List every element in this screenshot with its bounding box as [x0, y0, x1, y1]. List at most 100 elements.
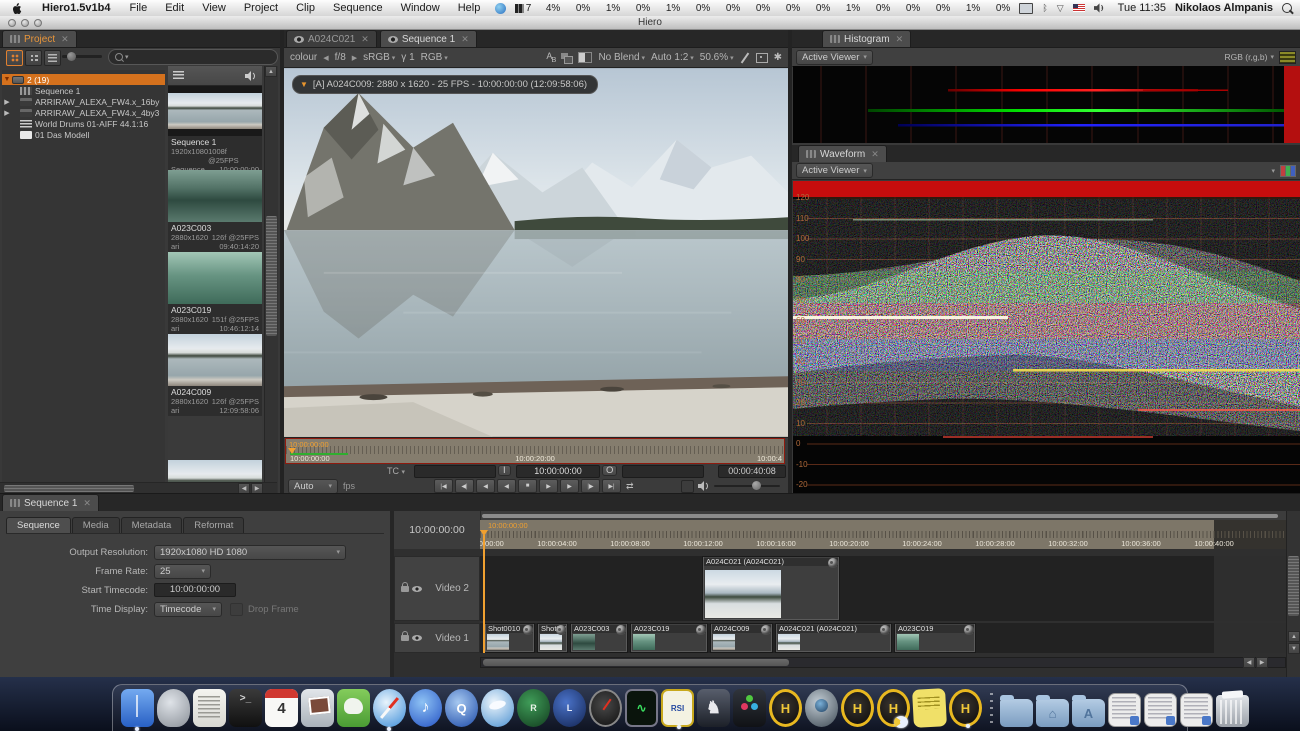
histogram-source-dropdown[interactable]: Active Viewer▾	[796, 50, 873, 65]
finder-icon[interactable]	[121, 689, 154, 727]
proxy-dropdown[interactable]: Auto 1:2 ▾	[651, 52, 694, 63]
thumbnail-view-button[interactable]	[6, 50, 23, 66]
timeline-ruler[interactable]: 10:00:00:0010:00:04:0010:00:08:0010:00:1…	[480, 520, 1286, 549]
tree-caret-icon[interactable]: ▶	[2, 98, 12, 106]
in-point-field[interactable]	[414, 465, 496, 478]
clip-card-a023c019[interactable]: A023C0192880x1620151f @25FPSari10:46:12:…	[168, 252, 262, 337]
close-icon[interactable]: ✕	[83, 498, 91, 509]
safari-icon[interactable]	[373, 689, 406, 727]
guides-overlay-icon[interactable]	[756, 53, 768, 63]
wipe-compare-icon[interactable]	[578, 52, 592, 63]
timeline-hscroll-handle[interactable]	[483, 659, 789, 666]
timeline-horizontal-scrollbar[interactable]: ◀ ▶	[480, 657, 1286, 668]
play-button[interactable]: ▶	[539, 479, 558, 493]
window-title-bar[interactable]: Hiero	[0, 16, 1300, 30]
viewer-info-bar[interactable]: ▼ [A] A024C009: 2880 x 1620 - 25 FPS - 1…	[292, 75, 598, 94]
activity-monitor-icon[interactable]: ∿	[625, 689, 658, 727]
goto-end-button[interactable]: ▶|	[602, 479, 621, 493]
timeline-vscroll-handle[interactable]	[1288, 556, 1299, 616]
tree-caret-icon[interactable]: ▶	[2, 109, 12, 117]
current-timecode-field[interactable]: 10:00:00:00	[516, 465, 600, 478]
close-icon[interactable]: ✕	[461, 34, 469, 45]
next-edit-button[interactable]: |▶	[581, 479, 600, 493]
hiero-app-2-icon[interactable]: H	[841, 689, 874, 727]
volume-slider[interactable]	[714, 485, 780, 487]
timeline-clip[interactable]: A024C009	[710, 623, 773, 653]
folder-library-icon[interactable]: ⌂	[1036, 699, 1069, 727]
spotlight-search-icon[interactable]	[1282, 3, 1292, 13]
timeline-playhead-marker[interactable]	[480, 530, 488, 540]
textedit-icon[interactable]	[193, 689, 226, 727]
hiero-app-icon[interactable]: H	[769, 689, 802, 727]
disk-utility-icon[interactable]	[157, 689, 190, 727]
tab-sequence-1[interactable]: Sequence 1 ✕	[380, 30, 477, 47]
menu-file[interactable]: File	[120, 2, 156, 14]
set-in-button[interactable]: I	[498, 465, 511, 476]
timeline-clip[interactable]: A023C019	[894, 623, 976, 653]
sync-status-icon[interactable]	[495, 3, 506, 14]
duration-field[interactable]: 00:00:40:08	[718, 465, 786, 478]
tree-item-world-drums-01-aiff-44-1-16[interactable]: World Drums 01-AIFF 44.1:16	[2, 118, 165, 129]
volume-slider-knob[interactable]	[752, 481, 761, 490]
tab-histogram[interactable]: Histogram ✕	[822, 30, 911, 47]
speaker-icon[interactable]	[698, 481, 710, 491]
lock-icon[interactable]	[401, 635, 409, 641]
playback-loop-icon[interactable]: ⇄	[626, 481, 634, 492]
timeline-zoom-scrollbar[interactable]	[482, 514, 1278, 518]
minimized-window-1-icon[interactable]	[1108, 693, 1141, 727]
scrollbar-handle[interactable]	[266, 216, 277, 336]
menu-sequence[interactable]: Sequence	[324, 2, 392, 14]
scroll-up-button[interactable]: ▲	[265, 66, 277, 77]
subtab-media[interactable]: Media	[72, 517, 120, 533]
itunes-icon[interactable]: ♪	[409, 689, 442, 727]
subtab-reformat[interactable]: Reformat	[183, 517, 244, 533]
tree-item-sequence-1[interactable]: Sequence 1	[2, 85, 165, 96]
quicktime-icon[interactable]: Q	[445, 689, 478, 727]
turbine-l-icon[interactable]: L	[553, 689, 586, 727]
tab-waveform[interactable]: Waveform ✕	[798, 145, 887, 162]
colour-controls-label[interactable]: colour	[290, 52, 317, 63]
timeline-playhead[interactable]	[483, 535, 485, 653]
close-icon[interactable]: ✕	[61, 34, 69, 45]
gamma-value[interactable]: γ 1	[401, 52, 414, 63]
subtab-sequence[interactable]: Sequence	[6, 517, 71, 533]
turbine-r-icon[interactable]: R	[517, 689, 550, 727]
track-body-video-1[interactable]: Shot0010Shot0020A023C003A023C019A024C009…	[480, 623, 1286, 653]
tc-mode-dropdown[interactable]: TC ▾	[387, 466, 405, 476]
track-header-video-2[interactable]: Video 2	[394, 556, 480, 621]
timeline-scroll-up[interactable]: ▲	[1288, 631, 1300, 642]
cpu-meter-icon[interactable]: 7	[515, 3, 532, 14]
close-icon[interactable]: ✕	[896, 34, 904, 45]
gain-up-icon[interactable]: ▶	[352, 54, 357, 62]
histogram-options-icon[interactable]	[1279, 51, 1296, 64]
bluetooth-icon[interactable]: ᛒ	[1042, 3, 1047, 13]
channels-dropdown[interactable]: RGB ▾	[421, 52, 448, 63]
stop-button[interactable]: ■	[518, 479, 537, 493]
clip-card-a024c009[interactable]: A024C0092880x1620126f @25FPSari12:09:58:…	[168, 334, 262, 419]
search-input[interactable]: ▾	[108, 49, 278, 65]
app-menu-title[interactable]: Hiero1.5v1b4	[32, 2, 120, 14]
close-icon[interactable]: ✕	[871, 149, 879, 160]
track-visibility-eye-icon[interactable]	[412, 586, 422, 592]
fps-mode-dropdown[interactable]: Auto▾	[288, 479, 338, 494]
output-resolution-dropdown[interactable]: 1920x1080 HD 1080▾	[154, 545, 346, 560]
stack-mode-icon[interactable]	[561, 53, 572, 62]
thumbnail-scrollbar[interactable]: ▲ ▲ ▼	[264, 66, 278, 510]
volume-menu-icon[interactable]	[1094, 3, 1105, 13]
terminal-icon[interactable]: >_	[229, 689, 262, 727]
viewer-image[interactable]: ▼ [A] A024C009: 2880 x 1620 - 25 FPS - 1…	[284, 67, 788, 438]
clip-card-sequence-1[interactable]: Sequence 11920x10801008f @25FPSSequence1…	[168, 86, 262, 178]
gain-down-icon[interactable]: ◀	[323, 54, 328, 62]
menu-user-name[interactable]: Nikolaos Almpanis	[1175, 2, 1273, 14]
folder-applications-icon[interactable]: A	[1072, 699, 1105, 727]
timeline-clip[interactable]: Shot0010	[484, 623, 535, 653]
hieroplayer-icon[interactable]: H	[877, 689, 910, 727]
thumbnail-size-slider[interactable]	[62, 55, 102, 58]
tree-item-arriraw-alexa-fw4-x-16by[interactable]: ▶ARRIRAW_ALEXA_FW4.x_16by	[2, 96, 165, 107]
sample-picker-icon[interactable]	[740, 53, 750, 63]
timeline-current-timecode[interactable]: 10:00:00:00	[394, 511, 481, 549]
waveform-mode-caret-icon[interactable]: ▾	[1271, 167, 1275, 175]
viewer-settings-gear-icon[interactable]: ✱	[774, 52, 782, 63]
calendar-icon[interactable]: 4	[265, 689, 298, 727]
step-back-button[interactable]: ◀	[476, 479, 495, 493]
